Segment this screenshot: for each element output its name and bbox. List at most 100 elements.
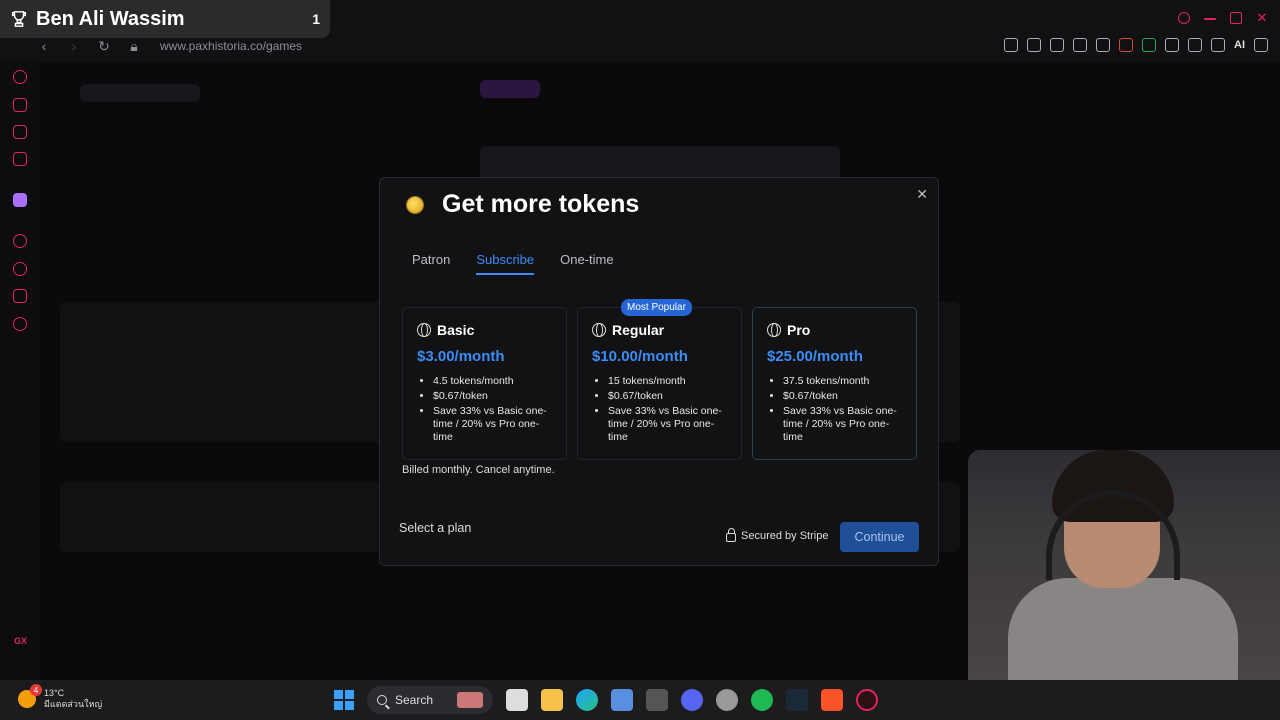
plan-card-regular[interactable]: Most Popular Regular $10.00/month 15 tok…	[577, 299, 742, 460]
tab-patron[interactable]: Patron	[412, 252, 450, 275]
plan-features: 4.5 tokens/month $0.67/token Save 33% vs…	[417, 375, 552, 444]
weather-badge: 4	[30, 684, 42, 696]
plan-feature: 37.5 tokens/month	[783, 375, 902, 388]
plan-cards: Basic $3.00/month 4.5 tokens/month $0.67…	[402, 299, 917, 460]
close-icon[interactable]: ✕	[916, 186, 928, 203]
plan-name: Basic	[437, 322, 475, 338]
globe-icon	[592, 323, 606, 337]
task-view-icon[interactable]	[506, 689, 528, 711]
file-explorer-icon[interactable]	[541, 689, 563, 711]
sidebar-history-icon[interactable]	[13, 262, 27, 276]
bg-heading-placeholder	[480, 146, 840, 180]
billing-note: Billed monthly. Cancel anytime.	[402, 464, 555, 476]
toolbar-icons: AI	[1004, 38, 1268, 52]
streamer-name: Ben Ali Wassim	[36, 7, 185, 30]
secured-by-stripe: Secured by Stripe	[726, 528, 828, 542]
lock-icon: 🔒︎	[130, 37, 138, 54]
bg-nav-placeholder	[480, 80, 540, 98]
search-highlight-icon	[457, 692, 483, 708]
plan-feature: $0.67/token	[433, 390, 552, 403]
reload-icon[interactable]: ↻	[96, 38, 112, 54]
ai-button[interactable]: AI	[1234, 39, 1245, 51]
start-icon[interactable]	[334, 690, 354, 710]
sidebar-twitch-icon[interactable]	[13, 193, 27, 207]
window-controls: ✕	[1178, 11, 1268, 24]
bg-logo-placeholder	[80, 84, 200, 102]
tokens-modal: ✕ Get more tokens Patron Subscribe One-t…	[379, 177, 939, 566]
lock-icon	[726, 528, 736, 542]
modal-title: Get more tokens	[442, 190, 640, 218]
plan-feature: $0.67/token	[783, 390, 902, 403]
extension-orange-icon[interactable]	[1119, 38, 1133, 52]
spotify-icon[interactable]	[751, 689, 773, 711]
extensions-icon[interactable]	[1165, 38, 1179, 52]
sidebar-extensions-icon[interactable]	[13, 289, 27, 303]
url-bar[interactable]: www.paxhistoria.co/games	[160, 39, 302, 53]
stream-overlay-badge: Ben Ali Wassim 1	[0, 0, 330, 38]
unity-icon[interactable]	[646, 689, 668, 711]
maximize-icon[interactable]	[1230, 12, 1242, 24]
steam-icon[interactable]	[786, 689, 808, 711]
tab-subscribe[interactable]: Subscribe	[476, 252, 535, 275]
shield-icon[interactable]	[1050, 38, 1064, 52]
address-row: ‹ › ↻ 🔒︎ www.paxhistoria.co/games	[36, 36, 302, 56]
discord-icon[interactable]	[681, 689, 703, 711]
heart-icon[interactable]	[1096, 38, 1110, 52]
play-icon[interactable]	[1073, 38, 1087, 52]
browser-sidebar	[0, 62, 40, 680]
search-tab-icon[interactable]	[1178, 12, 1190, 24]
plan-price: $25.00/month	[767, 348, 863, 365]
plan-card-pro[interactable]: Pro $25.00/month 37.5 tokens/month $0.67…	[752, 307, 917, 460]
weather-widget[interactable]: 4 13°C มีแดดส่วนใหญ่	[18, 684, 103, 710]
sidebar-speed-dial-icon[interactable]	[13, 70, 27, 84]
back-icon[interactable]: ‹	[36, 38, 52, 54]
plan-feature: Save 33% vs Basic one-time / 20% vs Pro …	[433, 405, 552, 444]
account-icon[interactable]	[1188, 38, 1202, 52]
download-icon[interactable]	[1211, 38, 1225, 52]
trophy-icon	[11, 11, 27, 27]
plan-price: $3.00/month	[417, 348, 505, 365]
opera-gx-icon[interactable]	[856, 689, 878, 711]
webcam-person-body	[1008, 578, 1238, 680]
minimize-icon[interactable]	[1204, 18, 1216, 20]
plan-card-basic[interactable]: Basic $3.00/month 4.5 tokens/month $0.67…	[402, 307, 567, 460]
globe-icon	[767, 323, 781, 337]
plan-feature: Save 33% vs Basic one-time / 20% vs Pro …	[783, 405, 902, 444]
weather-desc: มีแดดส่วนใหญ่	[44, 699, 103, 709]
webcam-feed	[968, 450, 1280, 680]
select-plan-prompt: Select a plan	[399, 521, 472, 535]
close-window-icon[interactable]: ✕	[1256, 11, 1268, 24]
sidebar-pin-icon[interactable]	[13, 125, 27, 139]
snapshot-icon[interactable]	[1027, 38, 1041, 52]
weather-temp: 13°C	[44, 688, 65, 698]
menu-icon[interactable]	[1254, 38, 1268, 52]
search-icon	[377, 695, 387, 705]
extension-green-icon[interactable]	[1142, 38, 1156, 52]
brave-icon[interactable]	[821, 689, 843, 711]
taskbar-search-label: Search	[395, 693, 434, 707]
plan-tabs: Patron Subscribe One-time	[412, 252, 614, 275]
globe-icon	[417, 323, 431, 337]
sidebar-shop-icon[interactable]	[13, 98, 27, 112]
sidebar-settings-icon[interactable]	[13, 317, 27, 331]
obs-icon[interactable]	[716, 689, 738, 711]
sidebar-player-icon[interactable]	[13, 234, 27, 248]
coin-icon	[407, 197, 423, 213]
plan-feature: 15 tokens/month	[608, 375, 727, 388]
plan-price: $10.00/month	[592, 348, 688, 365]
continue-button[interactable]: Continue	[840, 522, 919, 552]
plan-features: 15 tokens/month $0.67/token Save 33% vs …	[592, 375, 727, 444]
overlay-count: 1	[312, 11, 320, 27]
taskbar-search[interactable]: Search	[367, 686, 493, 714]
tab-one-time[interactable]: One-time	[560, 252, 613, 275]
plan-feature: 4.5 tokens/month	[433, 375, 552, 388]
plan-feature: Save 33% vs Basic one-time / 20% vs Pro …	[608, 405, 727, 444]
forward-icon[interactable]: ›	[66, 38, 82, 54]
pin-icon[interactable]	[1004, 38, 1018, 52]
edge-icon[interactable]	[576, 689, 598, 711]
gx-logo-icon: GX	[14, 636, 28, 646]
most-popular-badge: Most Popular	[621, 299, 692, 316]
store-icon[interactable]	[611, 689, 633, 711]
taskbar-apps: Search	[334, 686, 878, 714]
sidebar-messenger-icon[interactable]	[13, 152, 27, 166]
